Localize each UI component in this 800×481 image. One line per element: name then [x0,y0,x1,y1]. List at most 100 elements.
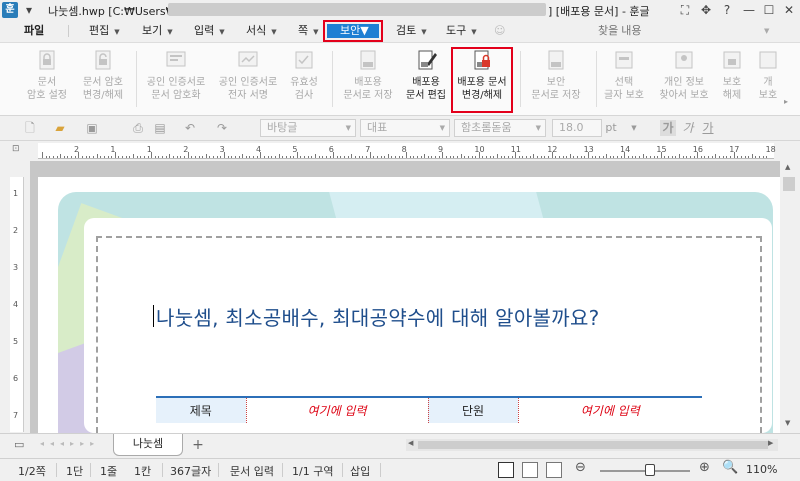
minimize-icon[interactable]: — [740,1,758,19]
menu-page[interactable]: 쪽 ▼ [298,23,319,39]
status-insert[interactable]: 삽입 [350,463,370,479]
menu-review[interactable]: 검토 ▼ [396,23,427,39]
validate-button[interactable]: 유효성 검사 [284,48,324,114]
document-title[interactable]: 나눗셈, 최소공배수, 최대공약수에 대해 알아볼까요? [156,302,600,331]
save-icon[interactable]: ▣ [84,120,100,136]
horizontal-ruler[interactable]: 2 1 1 2 3 4 5 6 7 8 9 10 11 12 13 14 15 16 17 18 [38,143,776,159]
ruler-tick [173,156,175,158]
status-line[interactable]: 1줄 [100,463,117,479]
zoom-out-icon[interactable]: ⊖ [575,460,586,475]
unit-header-cell[interactable]: 단원 [428,397,519,423]
menu-tools[interactable]: 도구 ▼ [446,23,477,39]
scroll-up-icon[interactable]: ▲ [785,163,790,171]
status-section[interactable]: 1단 [66,463,83,479]
doc-password-set-button[interactable]: 문서 암호 설정 [21,48,73,114]
vertical-ruler[interactable]: 1 2 3 4 5 6 7 [10,177,24,432]
menu-view-label: 보기 [142,24,163,37]
ruler-tick [598,156,600,158]
quick-menu-icon[interactable]: ▾ [20,1,38,19]
doc-password-change-button[interactable]: 문서 암호 변경/해제 [76,48,130,114]
view-two-page-icon[interactable] [546,462,562,478]
font-select[interactable]: 함초롬돋움 ▼ [454,119,546,137]
menu-view[interactable]: 보기 ▼ [142,23,173,39]
bold-button[interactable]: 가 [660,120,676,136]
ruler-tick [719,156,721,158]
cert-encrypt-button[interactable]: 공인 인증서로 문서 암호화 [140,48,212,114]
zoom-level[interactable]: 110% [746,463,777,476]
account-icon[interactable]: ☺ [494,23,505,39]
unprotect-button[interactable]: 보호 해제 [716,48,748,114]
dist-save-button[interactable]: 배포용 문서로 저장 [338,48,398,114]
title-value-cell[interactable]: 여기에 입력 [246,397,429,423]
vertical-scrollbar[interactable]: ▲ ▼ [780,161,798,433]
dist-edit-button[interactable]: 배포용 문서 편집 [400,48,452,114]
vertical-scroll-thumb[interactable] [783,177,795,191]
ribbon-label: 문서 [37,77,57,88]
help-icon[interactable]: ? [718,1,736,19]
redo-icon[interactable]: ↷ [214,120,230,136]
underline-button[interactable]: 가 [700,120,716,136]
ruler-tick [675,156,677,158]
menu-insert[interactable]: 입력 ▼ [194,23,225,39]
chevron-down-icon[interactable]: ▼ [626,120,642,136]
ribbon-label: 개 [763,77,773,88]
add-tab-button[interactable]: + [189,436,207,454]
protect-button[interactable]: 개 보호 [754,48,782,114]
view-fit-icon[interactable] [522,462,538,478]
move-icon[interactable]: ✥ [697,1,715,19]
search-dropdown-icon[interactable]: ▼ [764,23,769,39]
tab-list-icon[interactable]: ▭ [14,438,24,451]
menu-format[interactable]: 서식 ▼ [246,23,277,39]
close-icon[interactable]: ✕ [780,1,798,19]
security-ribbon: 문서 암호 설정 문서 암호 변경/해제 공인 인증서로 문서 암호화 공인 인… [0,42,800,116]
scroll-right-icon[interactable]: ▶ [768,439,773,447]
new-doc-icon[interactable]: 🗋 [22,120,38,136]
tab-document[interactable]: 나눗셈 [113,434,183,456]
ruler-tick [540,156,542,158]
scroll-down-icon[interactable]: ▼ [785,419,790,427]
print-icon[interactable]: ⎙ [130,120,146,136]
maximize-icon[interactable]: ☐ [760,1,778,19]
style-select[interactable]: 바탕글 ▼ [260,119,356,137]
italic-button[interactable]: 가 [680,120,696,136]
ruler-corner-icon[interactable]: ⊡ [12,144,20,154]
font-size-select[interactable]: 18.0 [552,119,602,137]
status-page[interactable]: 1/2쪽 [18,463,46,479]
undo-icon[interactable]: ↶ [182,120,198,136]
menu-edit[interactable]: 편집 ▼ [89,23,120,39]
ruler-tick [52,156,54,158]
ruler-tick [194,156,196,158]
select-protect-button[interactable]: 선택 글자 보호 [600,48,648,114]
status-mode[interactable]: 문서 입력 [230,463,274,479]
ruler-tick [213,156,215,158]
ruler-tick [100,156,102,158]
ruler-tick [398,156,400,158]
open-folder-icon[interactable]: ▰ [52,120,68,136]
view-page-icon[interactable] [498,462,514,478]
info-table[interactable]: 제목 여기에 입력 단원 여기에 입력 [156,396,702,423]
preview-icon[interactable]: ▤ [152,120,168,136]
menu-file[interactable]: 파일 [24,23,44,39]
scroll-left-icon[interactable]: ◀ [408,439,413,447]
unit-value-cell[interactable]: 여기에 입력 [518,397,702,423]
tab-nav-icons[interactable]: ◂◂◂▸▸▸ [40,439,100,448]
ruler-tick [500,156,502,158]
menu-security[interactable]: 보안▼ [327,24,379,38]
status-col[interactable]: 1칸 [134,463,151,479]
zoom-in-icon[interactable]: ⊕ [699,460,710,475]
horizontal-scroll-thumb[interactable] [418,441,768,449]
paragraph-select[interactable]: 대표 ▼ [360,119,450,137]
restore-icon[interactable]: ⛶ [676,1,694,19]
secure-save-button[interactable]: 보안 문서로 저장 [526,48,586,114]
chevron-down-icon: ▼ [439,124,445,132]
zoom-search-icon[interactable]: 🔍 [722,460,738,475]
cert-sign-button[interactable]: 공인 인증서로 전자 서명 [212,48,284,114]
zoom-slider-handle[interactable] [644,464,655,476]
status-area[interactable]: 1/1 구역 [292,463,333,479]
privacy-protect-button[interactable]: 개인 정보 찾아서 보호 [654,48,714,114]
menu-security-highlight[interactable]: 보안▼ [323,20,383,42]
search-input[interactable] [598,23,778,39]
horizontal-scrollbar[interactable]: ◀ ▶ [406,439,778,451]
ribbon-more-icon[interactable]: ▸ [784,97,788,106]
title-header-cell[interactable]: 제목 [156,397,247,423]
